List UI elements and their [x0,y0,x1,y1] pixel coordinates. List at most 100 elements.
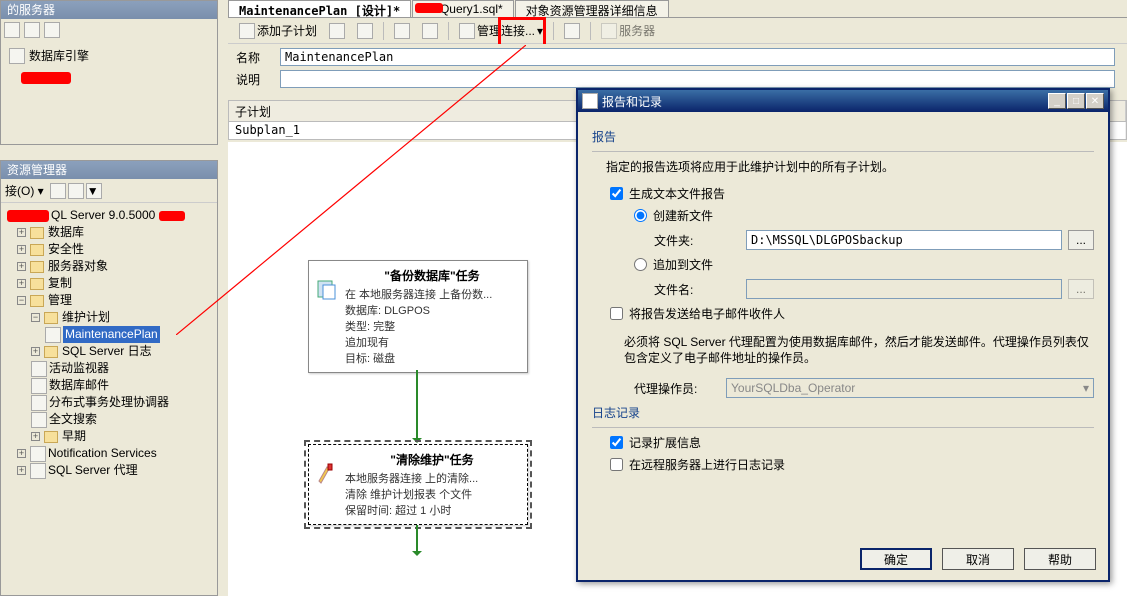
report-dialog: 报告和记录 _ □ ✕ 报告 指定的报告选项将应用于此维护计划中的所有子计划。 … [576,88,1110,582]
gen-text-report-checkbox[interactable] [610,187,623,200]
agent-icon [30,463,46,479]
divider [383,22,384,40]
server-root[interactable]: QL Server 9.0.5000 [3,207,215,224]
operator-select: YourSQLDba_Operator ▾ [726,378,1094,398]
divider [553,22,554,40]
tab-maintenanceplan[interactable]: MaintenancePlan [设计]* [228,0,411,17]
highlight-box [498,17,546,47]
tree-activity[interactable]: 活动监视器 [3,360,215,377]
tree-maintenanceplan[interactable]: MaintenancePlan [3,326,215,343]
tree-serverobj[interactable]: +服务器对象 [3,258,215,275]
plan-properties: 名称 说明 [228,44,1127,92]
object-tree: QL Server 9.0.5000 +数据库 +安全性 +服务器对象 +复制 … [1,203,217,483]
folder-label: 文件夹: [654,232,740,249]
tree-agent[interactable]: +SQL Server 代理 [3,462,215,479]
filter-icon[interactable]: ▼ [86,183,102,199]
db-engine-icon [9,48,25,64]
gen-text-report-check[interactable]: 生成文本文件报告 [610,185,1094,202]
object-explorer-panel: 资源管理器 接(O) ▾ ▼ QL Server 9.0.5000 +数据库 +… [0,160,218,596]
registered-servers-toolbar [1,19,217,41]
tree-maintplans[interactable]: −维护计划 [3,309,215,326]
redaction-1 [1,70,217,87]
ns-icon [30,446,46,462]
schedule-button[interactable] [389,20,415,42]
tree-security[interactable]: +安全性 [3,241,215,258]
append-file-radio[interactable]: 追加到文件 [634,256,1094,273]
browse-file-button: ... [1068,279,1094,299]
ok-button[interactable]: 确定 [860,548,932,570]
tree-sqllogs[interactable]: +SQL Server 日志 [3,343,215,360]
activity-icon [31,361,47,377]
calendar-icon [394,23,410,39]
minimize-button[interactable]: _ [1048,93,1066,109]
backup-icon [315,277,339,301]
conn-icon [459,23,475,39]
filename-input [746,279,1062,299]
remove-schedule-button[interactable] [417,20,443,42]
email-note: 必须将 SQL Server 代理配置为使用数据库邮件，然后才能发送邮件。代理操… [624,334,1094,366]
browse-folder-button[interactable]: ... [1068,230,1094,250]
plan-desc-input[interactable] [280,70,1115,88]
log-remote-checkbox[interactable] [610,458,623,471]
report-icon [564,23,580,39]
maximize-button[interactable]: □ [1067,93,1085,109]
object-explorer-title: 资源管理器 [1,161,217,179]
divider [448,22,449,40]
reporting-button[interactable] [559,20,585,42]
server-new-icon[interactable] [44,22,60,38]
help-button[interactable]: 帮助 [1024,548,1096,570]
tab-query[interactable]: ...LQuery1.sql* [412,0,513,17]
servers-button: 服务器 [596,19,660,42]
flow-arrow-2 [416,525,418,555]
tree-dbmail[interactable]: 数据库邮件 [3,377,215,394]
gear-icon [329,23,345,39]
tree-dtc[interactable]: 分布式事务处理协调器 [3,394,215,411]
tree-replication[interactable]: +复制 [3,275,215,292]
plan-name-input[interactable] [280,48,1115,66]
filename-label: 文件名: [654,281,740,298]
add-subplan-button[interactable]: 添加子计划 [234,19,322,42]
flow-arrow-1 [416,370,418,442]
db-engine-node[interactable]: 数据库引擎 [1,41,217,70]
log-ext-checkbox[interactable] [610,436,623,449]
tab-objectdetails[interactable]: 对象资源管理器详细信息 [515,0,669,17]
delete-subplan-button[interactable] [352,20,378,42]
plan-icon [45,327,61,343]
send-email-checkbox[interactable] [610,307,623,320]
dialog-titlebar[interactable]: 报告和记录 _ □ ✕ [578,90,1108,112]
document-tabs: MaintenancePlan [设计]* ...LQuery1.sql* 对象… [228,0,1127,18]
folder-input[interactable] [746,230,1062,250]
tree-legacy[interactable]: +早期 [3,428,215,445]
object-explorer-toolbar: 接(O) ▾ ▼ [1,179,217,203]
cancel-button[interactable]: 取消 [942,548,1014,570]
delete-icon [357,23,373,39]
create-new-file-radio[interactable]: 创建新文件 [634,207,1094,224]
log-remote-check[interactable]: 在远程服务器上进行日志记录 [610,456,1094,473]
tree-management[interactable]: −管理 [3,292,215,309]
tree-notification[interactable]: +Notification Services [3,445,215,462]
cleanup-task[interactable]: "清除维护"任务 本地服务器连接 上的清除... 清除 维护计划报表 个文件 保… [308,444,528,525]
append-file-radio-input[interactable] [634,258,647,271]
server-group-icon[interactable] [24,22,40,38]
mail-icon [31,378,47,394]
tree-fulltext[interactable]: 全文搜索 [3,411,215,428]
backup-db-task[interactable]: "备份数据库"任务 在 本地服务器连接 上备份数... 数据库: DLGPOS … [308,260,528,373]
server-icon[interactable] [4,22,20,38]
report-group-label: 报告 [592,128,1094,145]
refresh-icon[interactable] [50,183,66,199]
close-button[interactable]: ✕ [1086,93,1104,109]
send-email-check[interactable]: 将报告发送给电子邮件收件人 [610,305,1094,322]
server-version: QL Server 9.0.5000 [51,207,155,224]
create-new-file-radio-input[interactable] [634,209,647,222]
search-icon [31,412,47,428]
subplan-props-button[interactable] [324,20,350,42]
log-ext-check[interactable]: 记录扩展信息 [610,434,1094,451]
tree-db[interactable]: +数据库 [3,224,215,241]
divider [590,22,591,40]
log-group-label: 日志记录 [592,404,1094,421]
stop-icon[interactable] [68,183,84,199]
chevron-down-icon: ▾ [1083,381,1089,395]
calendar-x-icon [422,23,438,39]
connect-button[interactable]: 接(O) ▾ [5,182,48,199]
db-engine-label: 数据库引擎 [29,47,89,64]
